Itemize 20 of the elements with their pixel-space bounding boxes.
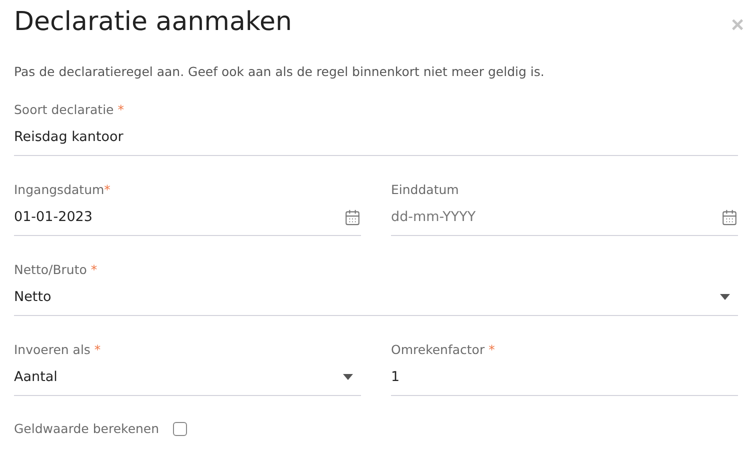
field-label: Ingangsdatum* [14, 181, 112, 199]
input-field[interactable]: Reisdag kantoor [14, 129, 738, 145]
caret-icon[interactable] [343, 374, 353, 380]
calendar-icon[interactable] [721, 208, 738, 226]
checkbox[interactable] [173, 422, 188, 436]
date-field[interactable]: 01-01-2023 [14, 209, 344, 225]
input-field[interactable]: 1 [391, 369, 738, 385]
checkbox-label: Geldwaarde berekenen [14, 420, 160, 438]
calendar-icon[interactable] [344, 208, 361, 226]
intro-text: Pas de declaratieregel aan. Geef ook aan als de regel binnenkort niet meer geldig is. [14, 63, 546, 81]
field-label: Soort declaratie * [14, 101, 125, 119]
caret-icon[interactable] [720, 294, 730, 300]
select-field[interactable]: Aantal [14, 369, 343, 385]
field-label: Omrekenfactor * [391, 341, 496, 359]
field-label: Einddatum [391, 181, 460, 199]
field-label: Invoeren als * [14, 341, 102, 359]
field-label: Netto/Bruto * [14, 261, 98, 279]
date-field[interactable]: dd-mm-YYYY [391, 209, 721, 225]
dialog-title: Declaratie aanmaken [14, 6, 292, 39]
select-field[interactable]: Netto [14, 289, 720, 305]
